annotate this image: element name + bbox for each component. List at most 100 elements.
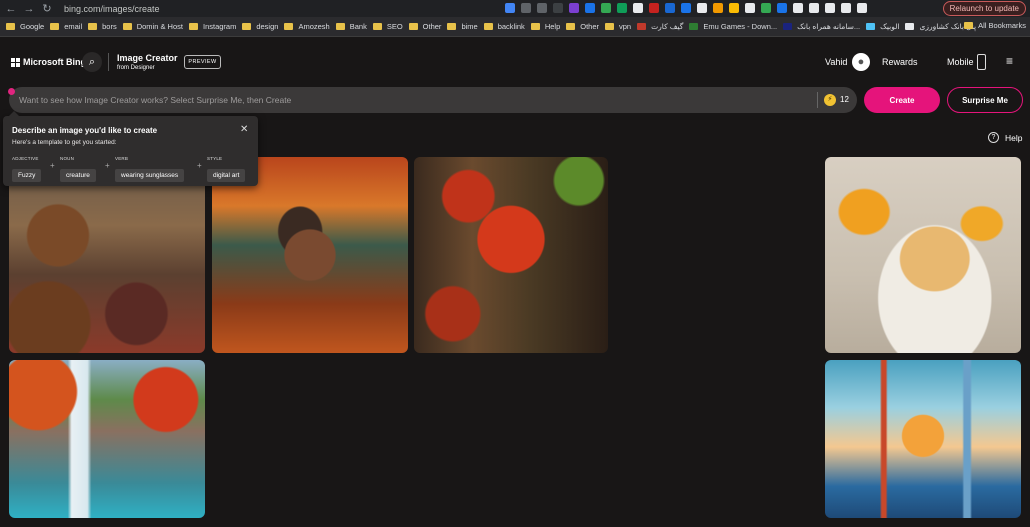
extension-icon[interactable] [745, 3, 755, 13]
avatar[interactable]: ● [852, 53, 870, 71]
extension-icon[interactable] [713, 3, 723, 13]
relaunch-button[interactable]: Relaunch to update [942, 1, 1026, 16]
extension-icon[interactable] [665, 3, 675, 13]
create-button[interactable]: Create [864, 87, 940, 113]
chip-value[interactable]: wearing sunglasses [115, 169, 185, 182]
google-icon[interactable] [505, 3, 515, 13]
page-icon [905, 23, 915, 30]
extension-icon[interactable] [777, 3, 787, 13]
share-icon[interactable] [521, 3, 531, 13]
bookmark-item[interactable]: design [242, 22, 278, 31]
bookmark-item[interactable]: vpn [605, 22, 631, 31]
extension-icon[interactable] [697, 3, 707, 13]
bookmark-item[interactable]: Emu Games - Down... [689, 22, 777, 31]
extension-icon[interactable] [649, 3, 659, 13]
page-subtitle: from Designer [117, 65, 155, 71]
rewards-link[interactable]: Rewards [882, 57, 918, 67]
extensions-bar [505, 3, 867, 13]
bookmark-item[interactable]: email [50, 22, 82, 31]
chip-label: STYLE [207, 156, 223, 161]
bookmark-item[interactable]: Bank [335, 22, 367, 31]
url-field[interactable]: bing.com/images/create [64, 4, 160, 14]
bookmark-item[interactable]: bime [447, 22, 478, 31]
bookmark-item[interactable]: Domin & Host [122, 22, 183, 31]
boost-icon: ⚡ [824, 94, 836, 106]
star-icon[interactable] [537, 3, 547, 13]
tooltip-title: Describe an image you'd like to create [12, 126, 158, 135]
extension-icon[interactable] [585, 3, 595, 13]
plus-icon: + [105, 161, 110, 170]
hamburger-menu-icon[interactable]: ≡ [1006, 55, 1013, 67]
chip-adjective: ADJECTIVE Fuzzy [12, 156, 42, 182]
folder-icon [372, 23, 382, 30]
folder-icon [964, 22, 974, 29]
help-link[interactable]: ? Help [988, 132, 1022, 143]
back-icon[interactable]: ← [4, 3, 18, 15]
image-tile-paper-city-skyline[interactable] [825, 360, 1021, 518]
bookmark-item[interactable]: الوبیک [866, 22, 899, 31]
chip-noun: NOUN creature [60, 156, 96, 182]
folder-icon [566, 23, 576, 30]
extension-icon[interactable] [681, 3, 691, 13]
extension-icon[interactable] [601, 3, 611, 13]
image-tile-autumn-cabin[interactable] [212, 157, 408, 353]
bookmark-item[interactable]: Google [6, 22, 44, 31]
preview-badge: PREVIEW [184, 55, 221, 69]
extension-icon[interactable] [761, 3, 771, 13]
user-name[interactable]: Vahid [825, 57, 847, 67]
folder-icon [483, 23, 493, 30]
browser-address-bar: ← → ↻ bing.com/images/create Relaunch to… [0, 0, 1030, 17]
tooltip-subtitle: Here's a template to get you started: [12, 139, 117, 146]
download-icon[interactable] [825, 3, 835, 13]
chip-value[interactable]: digital art [207, 169, 246, 182]
brand-name[interactable]: Microsoft Bing [23, 57, 86, 67]
microsoft-logo-icon[interactable] [11, 58, 20, 67]
chip-value[interactable]: creature [60, 169, 96, 182]
reload-icon[interactable]: ↻ [40, 2, 54, 15]
bookmark-item[interactable]: Amozesh [284, 22, 330, 31]
chip-verb: VERB wearing sunglasses [115, 156, 185, 182]
search-icon[interactable]: ⌕ [82, 52, 102, 72]
bookmark-item[interactable]: Other [408, 22, 441, 31]
extension-icon[interactable] [729, 3, 739, 13]
mobile-link[interactable]: Mobile [947, 57, 974, 67]
extension-icon[interactable] [569, 3, 579, 13]
bookmark-item[interactable]: سامانه همراه بانک... [783, 22, 860, 31]
bookmark-item[interactable]: backlink [483, 22, 525, 31]
extension-icon[interactable] [793, 3, 803, 13]
prompt-input[interactable] [19, 87, 799, 113]
emu-games-icon [689, 23, 699, 30]
boost-count: 12 [840, 95, 849, 104]
extension-icon[interactable] [617, 3, 627, 13]
extension-icon[interactable] [633, 3, 643, 13]
bookmark-item[interactable]: Instagram [188, 22, 236, 31]
surprise-me-button[interactable]: Surprise Me [947, 87, 1023, 113]
forward-icon[interactable]: → [22, 3, 36, 15]
bookmark-item[interactable]: bors [88, 22, 117, 31]
folder-icon [6, 23, 15, 30]
profile-icon[interactable] [857, 3, 867, 13]
image-tile-bears-cabin-feast[interactable] [9, 157, 205, 353]
all-bookmarks[interactable]: All Bookmarks [964, 21, 1026, 30]
close-icon[interactable]: ✕ [240, 124, 248, 135]
puzzle-icon[interactable] [809, 3, 819, 13]
bookmark-item[interactable]: Help [530, 22, 560, 31]
folder-icon [408, 23, 418, 30]
help-label: Help [1005, 132, 1023, 143]
folder-icon [284, 23, 294, 30]
folder-icon [50, 23, 60, 30]
image-tile-red-maple-leaf[interactable] [414, 157, 608, 353]
chip-value[interactable]: Fuzzy [12, 169, 42, 182]
bing-header: Microsoft Bing ⌕ Image Creator from Desi… [0, 37, 1030, 87]
bookmark-item[interactable]: گیف کارت [637, 22, 683, 31]
phone-icon[interactable] [977, 54, 986, 70]
sidebar-icon[interactable] [841, 3, 851, 13]
bank-icon [783, 23, 793, 30]
bookmark-item[interactable]: SEO [372, 22, 403, 31]
bookmark-item[interactable]: Other [566, 22, 599, 31]
image-tile-pancakes-orange-juice[interactable] [825, 157, 1021, 353]
prompt-divider [817, 92, 818, 108]
image-tile-waterfall-unicorn[interactable] [9, 360, 205, 518]
folder-icon [335, 23, 345, 30]
extension-icon[interactable] [553, 3, 563, 13]
